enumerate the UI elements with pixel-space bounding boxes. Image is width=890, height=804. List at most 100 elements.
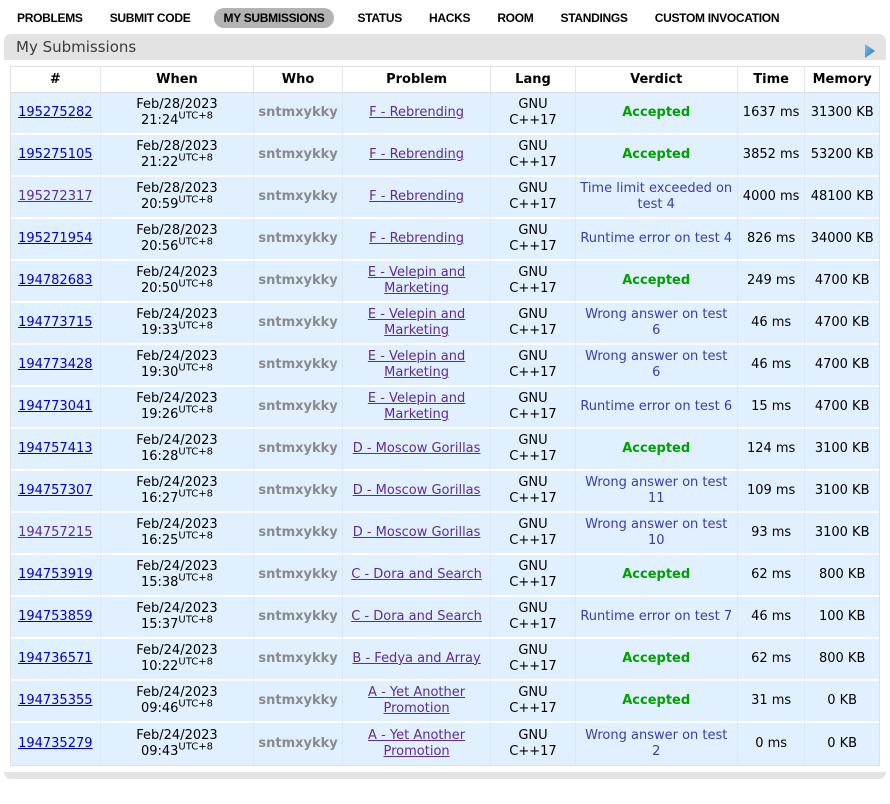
problem-link[interactable]: E - Velepin and Marketing bbox=[368, 391, 465, 422]
submission-time: 20:50UTC+8 bbox=[105, 281, 250, 297]
lang-line: C++17 bbox=[495, 659, 570, 675]
problem-link[interactable]: A - Yet Another Promotion bbox=[368, 728, 465, 759]
submission-id-link[interactable]: 194735355 bbox=[18, 693, 92, 708]
problem-link[interactable]: D - Moscow Gorillas bbox=[353, 525, 481, 540]
lang-line: GNU bbox=[495, 181, 570, 197]
play-arrow-icon[interactable] bbox=[864, 40, 876, 54]
submission-id-link[interactable]: 194757215 bbox=[18, 525, 92, 540]
submission-id-link[interactable]: 194736571 bbox=[18, 651, 92, 666]
user-link[interactable]: sntmxykky bbox=[258, 189, 337, 204]
lang-cell: GNUC++17 bbox=[491, 93, 575, 135]
col-header-when: When bbox=[101, 67, 255, 93]
lang-line: GNU bbox=[495, 391, 570, 407]
submission-id-link[interactable]: 195272317 bbox=[18, 189, 92, 204]
verdict-text: Accepted bbox=[622, 273, 690, 288]
user-link[interactable]: sntmxykky bbox=[258, 609, 337, 624]
user-link[interactable]: sntmxykky bbox=[258, 483, 337, 498]
problem-link[interactable]: E - Velepin and Marketing bbox=[368, 307, 465, 338]
lang-line: GNU bbox=[495, 517, 570, 533]
submission-id-cell: 194753919 bbox=[11, 555, 101, 597]
problem-link[interactable]: E - Velepin and Marketing bbox=[368, 349, 465, 380]
nav-submit-code[interactable]: Submit Code bbox=[106, 8, 195, 28]
submission-date: Feb/24/2023 bbox=[105, 265, 250, 281]
who-cell: sntmxykky bbox=[254, 681, 342, 723]
who-cell: sntmxykky bbox=[254, 387, 342, 429]
user-link[interactable]: sntmxykky bbox=[258, 567, 337, 582]
submission-id-link[interactable]: 194773428 bbox=[18, 357, 92, 372]
nav-custom-invocation[interactable]: Custom Invocation bbox=[651, 8, 783, 28]
submission-id-link[interactable]: 194753919 bbox=[18, 567, 92, 582]
submission-id-link[interactable]: 194757413 bbox=[18, 441, 92, 456]
submission-id-link[interactable]: 194782683 bbox=[18, 273, 92, 288]
submission-id-link[interactable]: 194773041 bbox=[18, 399, 92, 414]
timezone-label: UTC+8 bbox=[178, 615, 213, 626]
lang-line: C++17 bbox=[495, 239, 570, 255]
exec-time-cell: 1637 ms bbox=[738, 93, 805, 135]
submission-id-link[interactable]: 195275105 bbox=[18, 147, 92, 162]
submission-time: 19:26UTC+8 bbox=[105, 407, 250, 423]
nav-status[interactable]: Status bbox=[354, 8, 406, 28]
problem-link[interactable]: A - Yet Another Promotion bbox=[368, 685, 465, 716]
user-link[interactable]: sntmxykky bbox=[258, 651, 337, 666]
problem-link[interactable]: F - Rebrending bbox=[369, 147, 464, 162]
exec-time-cell: 3852 ms bbox=[738, 135, 805, 177]
nav-standings[interactable]: Standings bbox=[557, 8, 632, 28]
verdict-text: Time limit exceeded on test 4 bbox=[580, 181, 732, 212]
memory-cell: 3100 KB bbox=[805, 429, 879, 471]
submission-id-link[interactable]: 194773715 bbox=[18, 315, 92, 330]
user-link[interactable]: sntmxykky bbox=[258, 441, 337, 456]
problem-link[interactable]: C - Dora and Search bbox=[351, 567, 482, 582]
exec-time-cell: 15 ms bbox=[738, 387, 805, 429]
problem-link[interactable]: F - Rebrending bbox=[369, 189, 464, 204]
submission-id-link[interactable]: 194753859 bbox=[18, 609, 92, 624]
submission-date: Feb/28/2023 bbox=[105, 139, 250, 155]
user-link[interactable]: sntmxykky bbox=[258, 399, 337, 414]
lang-line: C++17 bbox=[495, 407, 570, 423]
user-link[interactable]: sntmxykky bbox=[258, 693, 337, 708]
lang-line: C++17 bbox=[495, 533, 570, 549]
lang-line: GNU bbox=[495, 601, 570, 617]
problem-link[interactable]: D - Moscow Gorillas bbox=[353, 441, 481, 456]
nav-room[interactable]: Room bbox=[493, 8, 537, 28]
verdict-text: Runtime error on test 7 bbox=[580, 609, 732, 624]
problem-link[interactable]: D - Moscow Gorillas bbox=[353, 483, 481, 498]
submission-id-link[interactable]: 195275282 bbox=[18, 105, 92, 120]
who-cell: sntmxykky bbox=[254, 135, 342, 177]
problem-link[interactable]: B - Fedya and Array bbox=[352, 651, 480, 666]
lang-cell: GNUC++17 bbox=[491, 723, 575, 765]
problem-link[interactable]: F - Rebrending bbox=[369, 231, 464, 246]
submission-date: Feb/24/2023 bbox=[105, 349, 250, 365]
col-header-verdict: Verdict bbox=[576, 67, 738, 93]
table-row: 194773041Feb/24/202319:26UTC+8sntmxykkyE… bbox=[11, 387, 879, 429]
lang-line: C++17 bbox=[495, 365, 570, 381]
user-link[interactable]: sntmxykky bbox=[258, 736, 337, 751]
memory-cell: 4700 KB bbox=[805, 387, 879, 429]
submission-time: 15:38UTC+8 bbox=[105, 575, 250, 591]
user-link[interactable]: sntmxykky bbox=[258, 315, 337, 330]
user-link[interactable]: sntmxykky bbox=[258, 273, 337, 288]
exec-time-cell: 93 ms bbox=[738, 513, 805, 555]
submission-id-link[interactable]: 194735279 bbox=[18, 736, 92, 751]
timezone-label: UTC+8 bbox=[178, 531, 213, 542]
verdict-text: Accepted bbox=[622, 693, 690, 708]
problem-link[interactable]: C - Dora and Search bbox=[351, 609, 482, 624]
user-link[interactable]: sntmxykky bbox=[258, 231, 337, 246]
problem-cell: D - Moscow Gorillas bbox=[343, 513, 492, 555]
submission-id-link[interactable]: 195271954 bbox=[18, 231, 92, 246]
verdict-cell: Accepted bbox=[576, 135, 738, 177]
problem-link[interactable]: F - Rebrending bbox=[369, 105, 464, 120]
exec-time-cell: 62 ms bbox=[738, 639, 805, 681]
user-link[interactable]: sntmxykky bbox=[258, 525, 337, 540]
submission-time: 19:33UTC+8 bbox=[105, 323, 250, 339]
user-link[interactable]: sntmxykky bbox=[258, 357, 337, 372]
submission-id-link[interactable]: 194757307 bbox=[18, 483, 92, 498]
nav-problems[interactable]: Problems bbox=[13, 8, 87, 28]
submission-date: Feb/24/2023 bbox=[105, 433, 250, 449]
nav-hacks[interactable]: Hacks bbox=[425, 8, 474, 28]
col-header-time: Time bbox=[738, 67, 805, 93]
nav-my-submissions[interactable]: My Submissions bbox=[214, 8, 335, 28]
problem-link[interactable]: E - Velepin and Marketing bbox=[368, 265, 465, 296]
user-link[interactable]: sntmxykky bbox=[258, 147, 337, 162]
user-link[interactable]: sntmxykky bbox=[258, 105, 337, 120]
verdict-cell: Wrong answer on test 6 bbox=[576, 345, 738, 387]
